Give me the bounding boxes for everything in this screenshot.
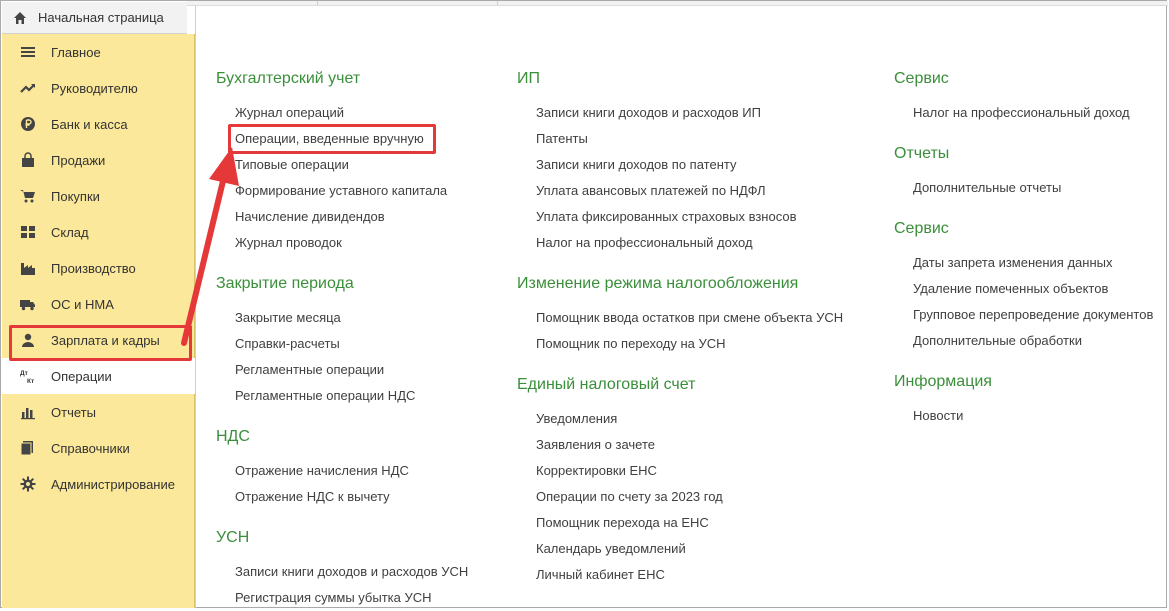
sidebar-item-directories[interactable]: Справочники <box>2 430 195 466</box>
sidebar-item-purchases[interactable]: Покупки <box>2 178 195 214</box>
section-title-usn: УСН <box>216 529 250 546</box>
sidebar-item-bank[interactable]: Банк и касса <box>2 106 195 142</box>
gear-icon <box>20 476 36 492</box>
link-notifications[interactable]: Уведомления <box>536 411 617 426</box>
section-title-period-closing: Закрытие периода <box>216 275 354 292</box>
link-month-closing[interactable]: Закрытие месяца <box>235 310 341 325</box>
link-balance-input-assistant[interactable]: Помощник ввода остатков при смене объект… <box>536 310 843 325</box>
link-operations-journal[interactable]: Журнал операций <box>235 105 344 120</box>
sidebar-item-manager[interactable]: Руководителю <box>2 70 195 106</box>
dt-kt-icon: Дт Кт <box>20 368 36 384</box>
sidebar-item-label: Банк и касса <box>51 116 128 132</box>
link-notifications-calendar[interactable]: Календарь уведомлений <box>536 541 686 556</box>
sidebar-item-label: Администрирование <box>51 476 175 492</box>
link-vat-accrual[interactable]: Отражение начисления НДС <box>235 463 409 478</box>
sidebar-item-administration[interactable]: Администрирование <box>2 466 195 502</box>
sidebar-item-production[interactable]: Производство <box>2 250 195 286</box>
home-page-label: Начальная страница <box>38 10 164 25</box>
truck-icon <box>20 296 36 312</box>
app-window: Начальная страница Главное Руководителю … <box>0 0 1168 608</box>
link-vat-deduction[interactable]: Отражение НДС к вычету <box>235 489 390 504</box>
link-ens-personal-account[interactable]: Личный кабинет ЕНС <box>536 567 665 582</box>
section-title-ip: ИП <box>517 70 540 87</box>
trend-up-icon <box>20 80 36 96</box>
link-typical-operations[interactable]: Типовые операции <box>235 157 349 172</box>
link-patent-income-records[interactable]: Записи книги доходов по патенту <box>536 157 736 172</box>
link-additional-processing[interactable]: Дополнительные обработки <box>913 333 1082 348</box>
link-account-operations-2023[interactable]: Операции по счету за 2023 год <box>536 489 723 504</box>
link-fixed-insurance-payments[interactable]: Уплата фиксированных страховых взносов <box>536 209 796 224</box>
sidebar-item-label: Операции <box>51 368 112 384</box>
sidebar-item-label: ОС и НМА <box>51 296 114 312</box>
link-ndfl-advance-payments[interactable]: Уплата авансовых платежей по НДФЛ <box>536 183 766 198</box>
sidebar-item-fixed-assets[interactable]: ОС и НМА <box>2 286 195 322</box>
link-data-change-ban-dates[interactable]: Даты запрета изменения данных <box>913 255 1112 270</box>
section-title-accounting: Бухгалтерский учет <box>216 70 361 87</box>
sidebar-item-label: Склад <box>51 224 89 240</box>
sidebar-item-label: Справочники <box>51 440 130 456</box>
section-title-service: Сервис <box>894 70 949 87</box>
sidebar-item-label: Продажи <box>51 152 106 168</box>
books-icon <box>20 440 36 456</box>
link-charter-capital[interactable]: Формирование уставного капитала <box>235 183 447 198</box>
sidebar-item-sales[interactable]: Продажи <box>2 142 195 178</box>
highlight-box-manual-operations <box>228 124 436 154</box>
factory-icon <box>20 260 36 276</box>
section-title-vat: НДС <box>216 428 250 445</box>
sidebar-item-warehouse[interactable]: Склад <box>2 214 195 250</box>
link-usn-book-records[interactable]: Записи книги доходов и расходов УСН <box>235 564 468 579</box>
link-usn-transition-assistant[interactable]: Помощник по переходу на УСН <box>536 336 726 351</box>
sidebar-item-operations[interactable]: Дт Кт Операции <box>2 358 195 394</box>
link-professional-income-tax[interactable]: Налог на профессиональный доход <box>536 235 753 250</box>
home-icon <box>13 11 27 25</box>
link-regulatory-operations-vat[interactable]: Регламентные операции НДС <box>235 388 415 403</box>
sidebar: Главное Руководителю Банк и касса Продаж… <box>2 34 195 608</box>
warehouse-grid-icon <box>20 224 36 240</box>
link-regulatory-operations[interactable]: Регламентные операции <box>235 362 384 377</box>
sidebar-item-label: Отчеты <box>51 404 96 420</box>
top-tab-strip <box>187 1 1168 6</box>
link-offset-applications[interactable]: Заявления о зачете <box>536 437 655 452</box>
link-additional-reports[interactable]: Дополнительные отчеты <box>913 180 1061 195</box>
link-entries-journal[interactable]: Журнал проводок <box>235 235 342 250</box>
section-title-tax-regime-change: Изменение режима налогообложения <box>517 275 799 292</box>
link-dividends[interactable]: Начисление дивидендов <box>235 209 385 224</box>
sidebar-divider <box>195 5 196 608</box>
link-patents[interactable]: Патенты <box>536 131 588 146</box>
bar-chart-icon <box>20 404 36 420</box>
svg-text:Кт: Кт <box>27 378 34 384</box>
link-calc-certificates[interactable]: Справки-расчеты <box>235 336 340 351</box>
shopping-cart-icon <box>20 188 36 204</box>
home-page-button[interactable]: Начальная страница <box>2 2 187 34</box>
sidebar-item-reports[interactable]: Отчеты <box>2 394 195 430</box>
svg-text:Дт: Дт <box>20 370 28 377</box>
link-ip-book-records[interactable]: Записи книги доходов и расходов ИП <box>536 105 761 120</box>
section-title-information: Информация <box>894 373 992 390</box>
ruble-coin-icon <box>20 116 36 132</box>
shopping-bag-icon <box>20 152 36 168</box>
menu-lines-icon <box>20 44 36 60</box>
section-title-service-2: Сервис <box>894 220 949 237</box>
link-news[interactable]: Новости <box>913 408 963 423</box>
sidebar-item-label: Покупки <box>51 188 100 204</box>
link-delete-marked-objects[interactable]: Удаление помеченных объектов <box>913 281 1108 296</box>
sidebar-item-main[interactable]: Главное <box>2 34 195 70</box>
highlight-box-operations <box>9 325 192 361</box>
link-service-professional-income-tax[interactable]: Налог на профессиональный доход <box>913 105 1130 120</box>
section-title-reports: Отчеты <box>894 145 950 162</box>
link-group-reposting[interactable]: Групповое перепроведение документов <box>913 307 1153 322</box>
section-title-single-tax-account: Единый налоговый счет <box>517 376 696 393</box>
sidebar-item-label: Руководителю <box>51 80 138 96</box>
link-ens-transition-assistant[interactable]: Помощник перехода на ЕНС <box>536 515 709 530</box>
link-usn-loss-registration[interactable]: Регистрация суммы убытка УСН <box>235 590 432 605</box>
sidebar-item-label: Производство <box>51 260 136 276</box>
sidebar-item-label: Главное <box>51 44 101 60</box>
link-ens-adjustments[interactable]: Корректировки ЕНС <box>536 463 657 478</box>
